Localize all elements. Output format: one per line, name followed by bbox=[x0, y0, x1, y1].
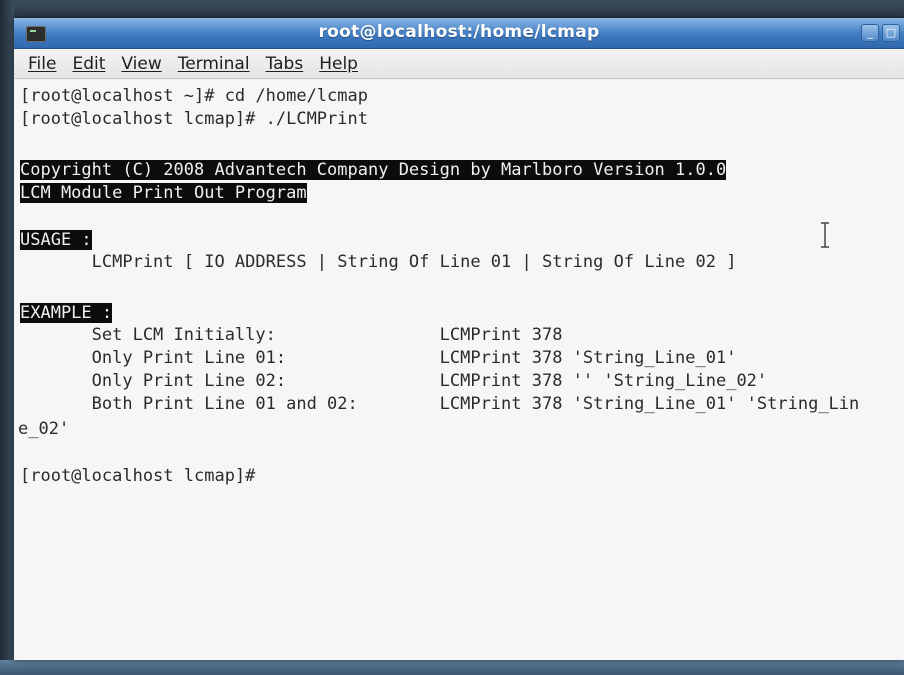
desktop-bottom-panel bbox=[0, 660, 904, 675]
menu-tabs[interactable]: Tabs bbox=[266, 54, 304, 74]
maximize-button[interactable]: □ bbox=[882, 24, 900, 42]
example-line: Only Print Line 01: LCMPrint 378 'String… bbox=[20, 348, 737, 368]
window-title: root@localhost:/home/lcmap bbox=[318, 22, 600, 42]
menu-bar: File Edit View Terminal Tabs Help bbox=[14, 49, 904, 79]
window-controls: _ □ bbox=[861, 24, 900, 42]
example-heading: EXAMPLE : bbox=[20, 303, 113, 323]
text-cursor-icon bbox=[821, 222, 829, 248]
terminal-line: [root@localhost ~]# cd /home/lcmap bbox=[20, 86, 368, 106]
program-title-line: LCM Module Print Out Program bbox=[20, 183, 307, 203]
example-line-wrap: e_02' bbox=[18, 419, 70, 439]
usage-line: LCMPrint [ IO ADDRESS | String Of Line 0… bbox=[20, 252, 737, 272]
terminal-window: root@localhost:/home/lcmap _ □ File Edit… bbox=[14, 18, 904, 660]
desktop-left-edge bbox=[0, 0, 14, 675]
program-title-text: LCM Module Print Out Program bbox=[20, 183, 307, 203]
example-line: Both Print Line 01 and 02: LCMPrint 378 … bbox=[20, 394, 860, 414]
menu-edit[interactable]: Edit bbox=[72, 54, 105, 74]
menu-help[interactable]: Help bbox=[319, 54, 358, 74]
example-heading-line: EXAMPLE : bbox=[20, 303, 113, 323]
example-line: Set LCM Initially: LCMPrint 378 bbox=[20, 325, 563, 345]
usage-heading-line: USAGE : bbox=[20, 230, 92, 250]
menu-terminal[interactable]: Terminal bbox=[178, 54, 250, 74]
copyright-line: Copyright (C) 2008 Advantech Company Des… bbox=[20, 160, 727, 180]
copyright-text: Copyright (C) 2008 Advantech Company Des… bbox=[20, 160, 727, 180]
menu-view[interactable]: View bbox=[121, 54, 161, 74]
menu-file[interactable]: File bbox=[28, 54, 56, 74]
terminal-line: [root@localhost lcmap]# ./LCMPrint bbox=[20, 109, 368, 129]
title-bar[interactable]: root@localhost:/home/lcmap _ □ bbox=[14, 18, 904, 49]
minimize-button[interactable]: _ bbox=[861, 24, 879, 42]
usage-heading: USAGE : bbox=[20, 230, 92, 250]
example-line: Only Print Line 02: LCMPrint 378 '' 'Str… bbox=[20, 371, 768, 391]
prompt-line: [root@localhost lcmap]# bbox=[20, 466, 256, 486]
terminal-output[interactable]: [root@localhost ~]# cd /home/lcmap [root… bbox=[14, 80, 904, 660]
